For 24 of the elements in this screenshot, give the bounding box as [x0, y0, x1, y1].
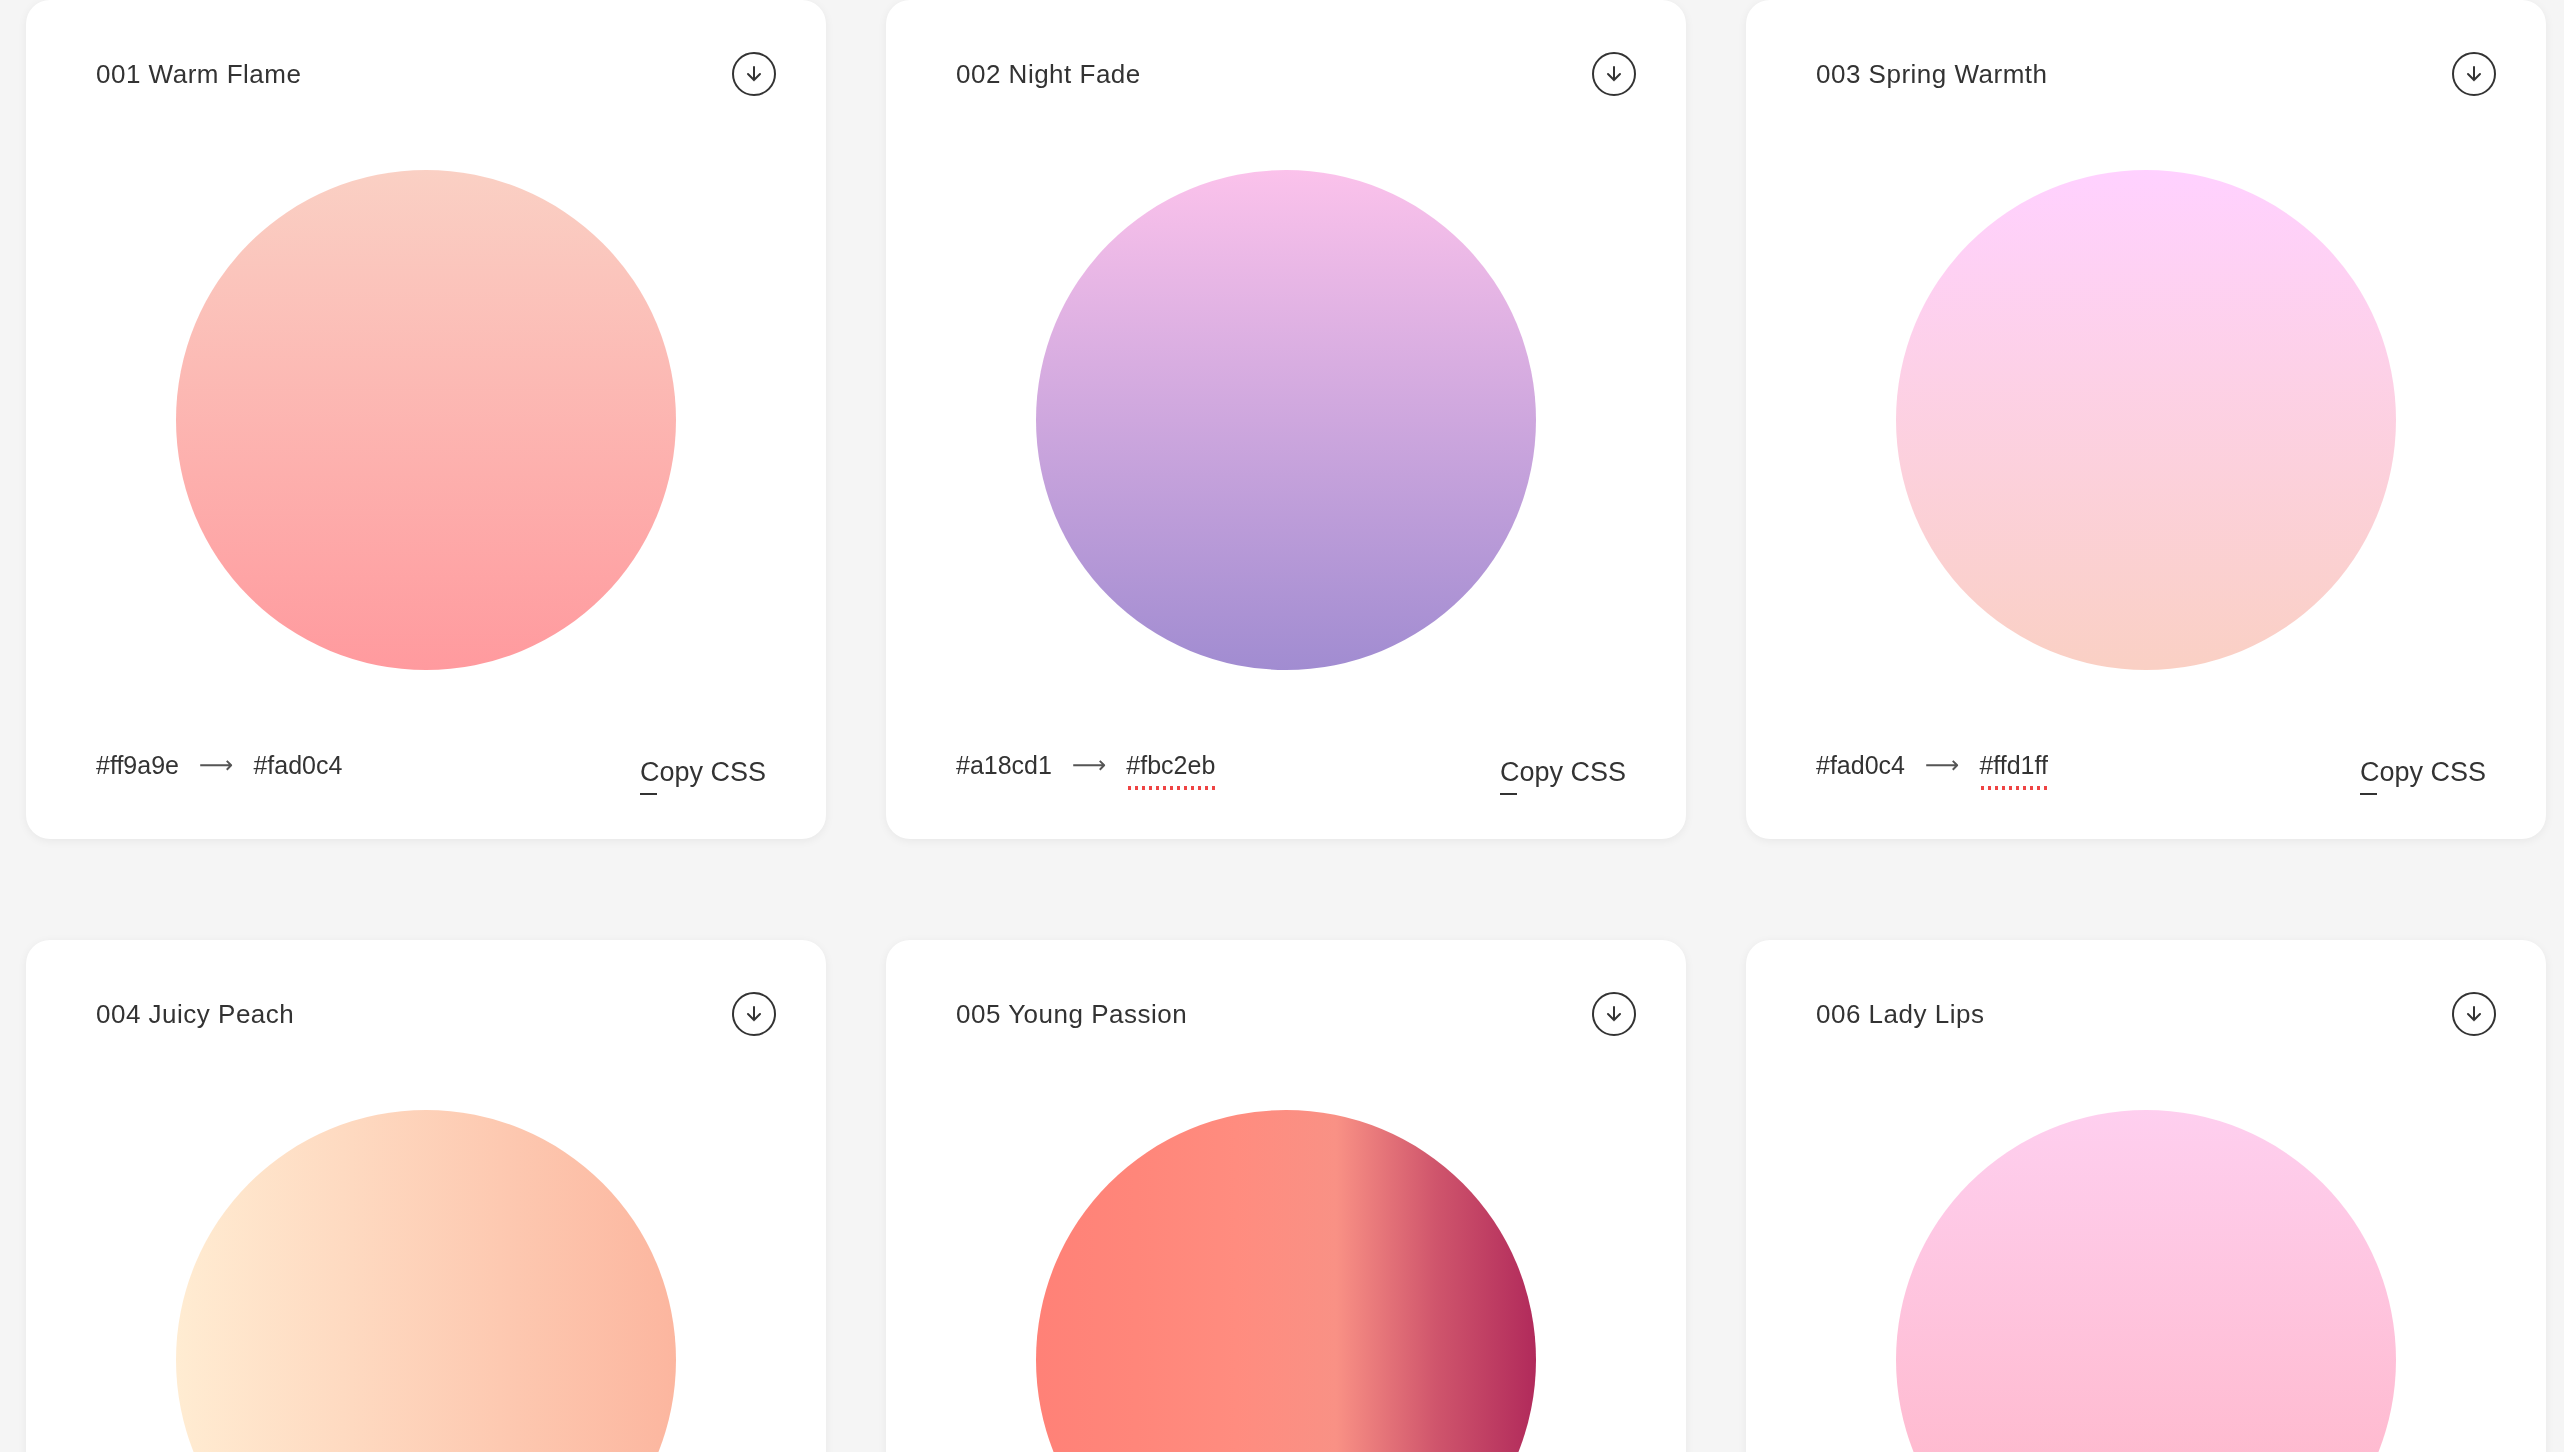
arrow-glyph: ⟶: [1071, 750, 1107, 782]
download-icon[interactable]: [732, 52, 776, 96]
download-icon[interactable]: [2452, 992, 2496, 1036]
copy-css-button[interactable]: Copy CSS: [639, 752, 766, 793]
copy-css-button[interactable]: Copy CSS: [2359, 752, 2486, 793]
download-icon[interactable]: [1592, 52, 1636, 96]
hex-code: #fbc2eb: [1126, 750, 1216, 779]
gradient-title: 006 Lady Lips: [1816, 997, 1985, 1031]
gradient-title: 005 Young Passion: [956, 997, 1188, 1031]
gradient-title: 002 Night Fade: [956, 57, 1141, 91]
hex-code: #a18cd1: [956, 750, 1052, 779]
hex-code: #ffd1ff: [1979, 750, 2048, 779]
hex-code: #fad0c4: [1816, 750, 1905, 779]
arrow-glyph: ⟶: [198, 750, 234, 782]
copy-css-button[interactable]: Copy CSS: [1499, 752, 1626, 793]
gradient-title: 001 Warm Flame: [96, 57, 302, 91]
hex-code: #fad0c4: [253, 750, 343, 779]
gradient-title: 004 Juicy Peach: [96, 997, 295, 1031]
hex-code: #ff9a9e: [96, 750, 179, 779]
arrow-glyph: ⟶: [1924, 750, 1960, 782]
download-icon[interactable]: [1592, 992, 1636, 1036]
download-icon[interactable]: [2452, 52, 2496, 96]
gradient-title: 003 Spring Warmth: [1816, 57, 2048, 91]
download-icon[interactable]: [732, 992, 776, 1036]
